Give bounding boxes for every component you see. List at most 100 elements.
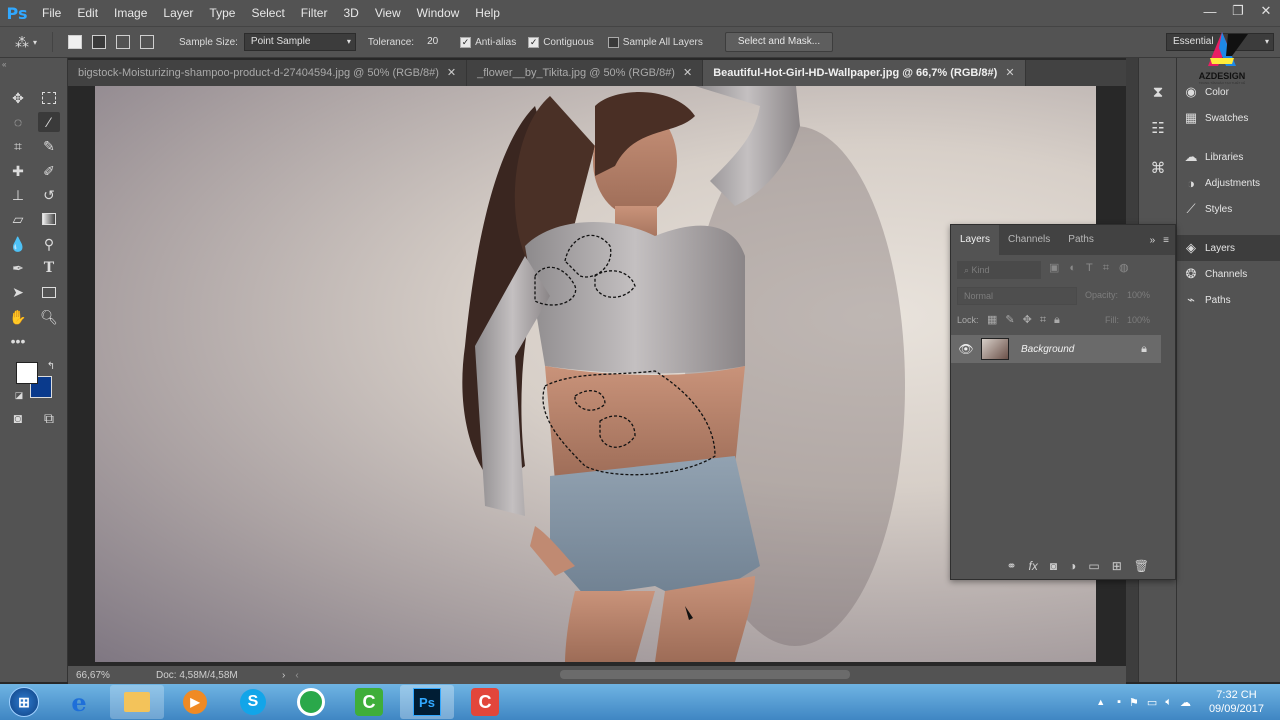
panel-menu-icon[interactable]: ≡ (1163, 235, 1169, 246)
start-button[interactable]: ⊞ (0, 685, 48, 719)
panel-channels[interactable]: ❂ Channels (1177, 261, 1280, 287)
quick-mask-icon[interactable]: ◙ (7, 408, 29, 428)
anti-alias-checkbox[interactable]: ✓ (460, 36, 472, 48)
layer-row-background[interactable]: 👁︎ Background 🔒︎ (951, 335, 1161, 363)
battery-icon[interactable]: ▭ (1147, 696, 1157, 709)
gradient-tool-icon[interactable] (38, 209, 60, 229)
delete-layer-icon[interactable]: 🗑︎ (1134, 559, 1149, 573)
hand-tool-icon[interactable]: ✋ (7, 307, 29, 327)
action-center-icon[interactable]: ⚑ (1129, 696, 1139, 709)
tolerance-input[interactable]: 20 (420, 33, 453, 51)
lasso-tool-icon[interactable]: ◌ (7, 112, 29, 132)
new-selection-icon[interactable] (68, 35, 82, 49)
healing-brush-tool-icon[interactable]: ✚ (7, 161, 29, 181)
move-tool-icon[interactable]: ✥ (7, 88, 29, 108)
camtasia-red-button[interactable]: C (458, 685, 512, 719)
type-tool-icon[interactable]: T (38, 258, 60, 278)
menu-view[interactable]: View (367, 0, 409, 26)
close-icon[interactable]: ✕ (1005, 67, 1014, 79)
brush-tool-icon[interactable]: ✐ (38, 161, 60, 181)
tab-document-1[interactable]: bigstock-Moisturizing-shampoo-product-d-… (68, 60, 468, 86)
scroll-left-icon[interactable]: ‹ (295, 670, 298, 681)
menu-layer[interactable]: Layer (155, 0, 201, 26)
menu-type[interactable]: Type (201, 0, 243, 26)
subtract-from-selection-icon[interactable] (116, 35, 130, 49)
close-icon[interactable]: ✕ (447, 67, 456, 79)
panel-paths[interactable]: ⌁ Paths (1177, 287, 1280, 313)
browser-button[interactable] (284, 685, 338, 719)
file-explorer-button[interactable] (110, 685, 164, 719)
clock[interactable]: 7:32 CH 09/09/2017 (1209, 688, 1264, 716)
panel-adjustments[interactable]: ◑ Adjustments (1177, 170, 1280, 196)
history-brush-tool-icon[interactable]: ↺ (38, 185, 60, 205)
magic-wand-tool-icon[interactable]: ⁄ (38, 112, 60, 132)
clone-stamp-tool-icon[interactable]: ⊥ (7, 185, 29, 205)
camtasia-green-button[interactable]: C (342, 685, 396, 719)
show-hidden-icons-icon[interactable]: ▲ (1096, 697, 1105, 707)
adjustment-layer-icon[interactable]: ◑ (1069, 559, 1076, 573)
eyedropper-tool-icon[interactable]: ✎ (38, 136, 60, 156)
panel-styles[interactable]: ⟋ Styles (1177, 196, 1280, 222)
document-canvas[interactable] (95, 86, 1096, 662)
blur-tool-icon[interactable]: 💧 (7, 234, 29, 254)
collapse-panel-icon[interactable]: » (1150, 235, 1156, 246)
tab-paths[interactable]: Paths (1059, 225, 1103, 255)
foreground-color-swatch[interactable] (16, 362, 38, 384)
screen-mode-icon[interactable]: ⧉ (38, 408, 60, 428)
new-group-icon[interactable]: ▭ (1088, 559, 1099, 573)
add-to-selection-icon[interactable] (92, 35, 106, 49)
close-icon[interactable]: ✕ (683, 67, 692, 79)
sample-all-layers-checkbox[interactable] (607, 36, 619, 48)
panel-swatches[interactable]: ▦ Swatches (1177, 105, 1280, 131)
menu-window[interactable]: Window (409, 0, 468, 26)
rectangle-tool-icon[interactable] (38, 282, 60, 302)
photoshop-button[interactable]: Ps (400, 685, 454, 719)
properties-icon[interactable]: ☷ (1148, 118, 1168, 138)
tool-preset-picker[interactable]: ⁂ ▾ (0, 34, 52, 51)
more-tools-icon[interactable]: ••• (7, 331, 29, 351)
chevron-right-icon[interactable]: › (282, 670, 285, 681)
tab-channels[interactable]: Channels (999, 225, 1059, 255)
skype-button[interactable]: S (226, 685, 280, 719)
dodge-tool-icon[interactable]: ⚲ (38, 234, 60, 254)
intersect-selection-icon[interactable] (140, 35, 154, 49)
new-layer-icon[interactable]: ⊞ (1112, 559, 1122, 573)
tab-layers[interactable]: Layers (951, 225, 1000, 255)
swap-colors-icon[interactable]: ↰ (40, 356, 62, 376)
restore-button[interactable]: ❐ (1224, 0, 1252, 22)
tab-document-3[interactable]: Beautiful-Hot-Girl-HD-Wallpaper.jpg @ 66… (703, 60, 1026, 86)
eraser-tool-icon[interactable]: ▱ (7, 209, 29, 229)
network-tray-icon[interactable]: ▪ (1117, 696, 1121, 708)
default-colors-icon[interactable]: ◪ (8, 385, 30, 405)
layer-name[interactable]: Background (1021, 344, 1074, 355)
select-and-mask-button[interactable]: Select and Mask... (724, 32, 834, 52)
lock-icons[interactable]: ▦✎✥⌗🔒︎ (987, 313, 1068, 327)
opacity-value[interactable]: 100% (1127, 290, 1150, 300)
doc-size[interactable]: Doc: 4,58M/4,58M (156, 670, 266, 681)
fx-icon[interactable]: fx (1029, 559, 1038, 573)
volume-muted-icon[interactable]: 🔈︎ (1165, 696, 1172, 709)
close-button[interactable]: ✕ (1252, 0, 1280, 22)
blend-mode-select[interactable]: Normal (957, 287, 1077, 305)
minimize-button[interactable]: — (1196, 0, 1224, 22)
marquee-tool-icon[interactable] (38, 88, 60, 108)
brush-settings-icon[interactable]: ⌘ (1148, 158, 1168, 178)
menu-file[interactable]: File (34, 0, 69, 26)
panel-libraries[interactable]: ☁ Libraries (1177, 144, 1280, 170)
history-icon[interactable]: ⧗ (1148, 82, 1168, 102)
collapse-handle[interactable]: « (2, 60, 66, 69)
menu-image[interactable]: Image (106, 0, 155, 26)
tab-document-2[interactable]: _flower__by_Tikita.jpg @ 50% (RGB/8#) ✕ (467, 60, 704, 86)
add-mask-icon[interactable]: ◙ (1050, 559, 1057, 573)
layer-filter-icons[interactable]: ▣◐T⌗◍ (1049, 261, 1139, 275)
fill-value[interactable]: 100% (1127, 315, 1150, 325)
menu-edit[interactable]: Edit (69, 0, 106, 26)
menu-help[interactable]: Help (467, 0, 508, 26)
media-player-button[interactable]: ▶ (168, 685, 222, 719)
link-layers-icon[interactable]: ⚭ (1006, 559, 1016, 573)
internet-explorer-button[interactable]: e (52, 685, 106, 719)
sample-size-select[interactable]: Point Sample ▾ (243, 33, 356, 51)
menu-3d[interactable]: 3D (335, 0, 366, 26)
pen-tool-icon[interactable]: ✒ (7, 258, 29, 278)
layer-filter-select[interactable]: ⌕ Kind (957, 261, 1041, 279)
